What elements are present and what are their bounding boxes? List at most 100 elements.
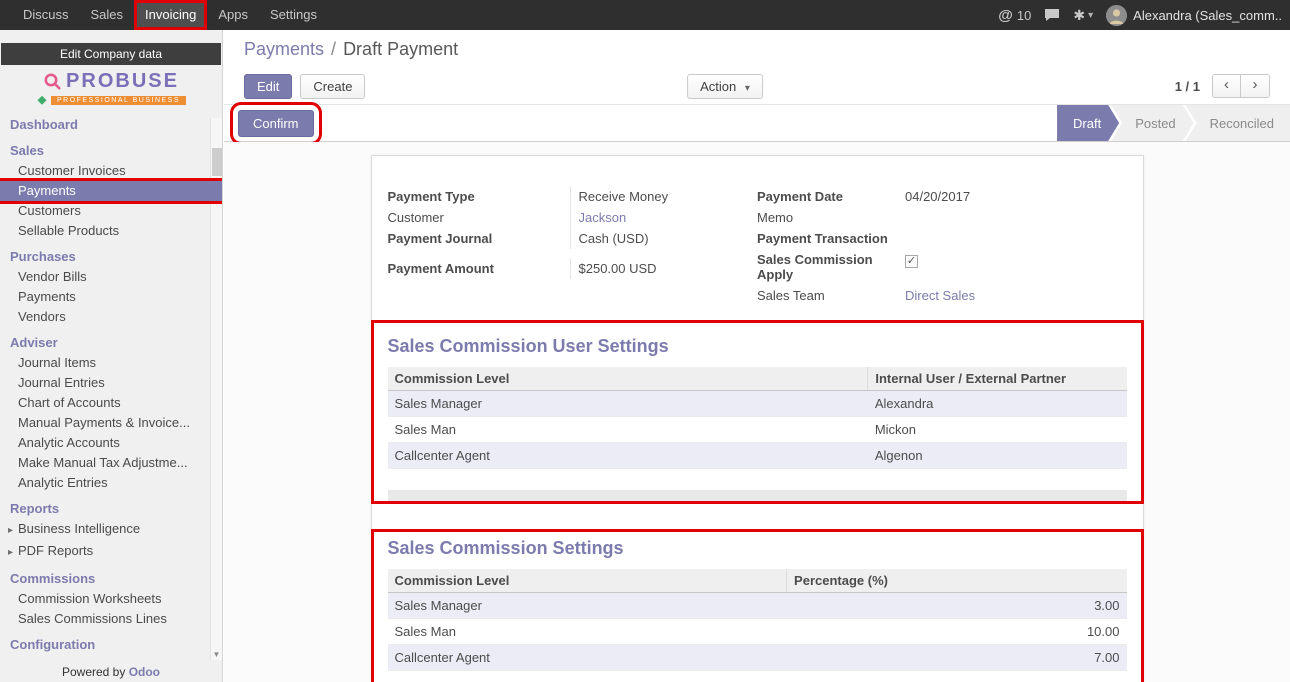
field-payment-journal: Payment JournalCash (USD): [388, 228, 758, 249]
sidebar-item-label: Payments: [18, 289, 76, 304]
table-row[interactable]: Sales ManagerAlexandra: [388, 391, 1127, 417]
table-row[interactable]: Callcenter Agent7.00: [388, 645, 1127, 671]
form-view-background: Payment TypeReceive MoneyCustomerJackson…: [224, 142, 1290, 682]
sidebar-item-label: Sales Commissions Lines: [18, 611, 167, 626]
sidebar-heading-sales[interactable]: Sales: [0, 141, 222, 161]
topbar-right: @ 10 ✱ ▾ Alexandra (Sales_comm..: [998, 0, 1290, 30]
breadcrumb-payments-link[interactable]: Payments: [244, 39, 324, 60]
checkbox-sales-commission-apply[interactable]: ✓: [905, 255, 918, 268]
status-stages: DraftPostedReconciled: [1057, 105, 1290, 141]
breadcrumb: Payments / Draft Payment: [224, 30, 1290, 68]
sidebar-item-payments[interactable]: Payments: [0, 287, 222, 307]
sidebar-item-commission-worksheets[interactable]: Commission Worksheets: [0, 589, 222, 609]
table-row[interactable]: Sales ManMickon: [388, 417, 1127, 443]
topbar-menu-invoicing[interactable]: Invoicing: [134, 0, 207, 30]
sidebar-item-sellable-products[interactable]: Sellable Products: [0, 221, 222, 241]
stage-posted[interactable]: Posted: [1111, 105, 1193, 141]
field-label-payment-transaction: Payment Transaction: [757, 228, 897, 249]
field-label-customer: Customer: [388, 207, 570, 228]
odoo-link[interactable]: Odoo: [129, 665, 160, 679]
scrollbar-thumb[interactable]: [212, 148, 222, 176]
table-row[interactable]: Callcenter AgentAlgenon: [388, 443, 1127, 469]
pager-previous-button[interactable]: ‹: [1213, 75, 1241, 97]
logo-magnifier-icon: [43, 72, 63, 92]
messages-button[interactable]: [1044, 8, 1060, 22]
table-row[interactable]: Sales Man10.00: [388, 619, 1127, 645]
table-cell: 10.00: [787, 619, 1127, 645]
table-cell: Algenon: [868, 443, 1127, 469]
sidebar-heading-purchases[interactable]: Purchases: [0, 247, 222, 267]
sidebar-item-journal-entries[interactable]: Journal Entries: [0, 373, 222, 393]
company-logo[interactable]: PROBUSE PROFESSIONAL BUSINESS: [0, 65, 222, 109]
control-panel: Edit Create Action ▾ 1 / 1 ‹ ›: [224, 68, 1290, 104]
sidebar-item-label: Chart of Accounts: [18, 395, 121, 410]
sidebar-item-label: Vendors: [18, 309, 66, 324]
debug-menu-button[interactable]: ✱ ▾: [1073, 7, 1093, 24]
edit-button[interactable]: Edit: [244, 74, 292, 99]
payment-fields: Payment TypeReceive MoneyCustomerJackson…: [388, 186, 1127, 306]
field-label-payment-date: Payment Date: [757, 186, 897, 207]
column-header-internal-user-external-partner[interactable]: Internal User / External Partner: [868, 367, 1127, 391]
sidebar-item-analytic-accounts[interactable]: Analytic Accounts: [0, 433, 222, 453]
sidebar-item-manual-payments-invoice[interactable]: Manual Payments & Invoice...: [0, 413, 222, 433]
field-label-sales-team: Sales Team: [757, 285, 897, 306]
sidebar-menu: DashboardSalesCustomer InvoicesPaymentsC…: [0, 115, 222, 655]
sidebar-item-customer-invoices[interactable]: Customer Invoices: [0, 161, 222, 181]
table-header-row: Commission LevelPercentage (%): [388, 569, 1127, 593]
field-label-payment-type: Payment Type: [388, 186, 570, 207]
field-label-payment-amount: Payment Amount: [388, 258, 570, 279]
column-header-commission-level[interactable]: Commission Level: [388, 367, 868, 391]
confirm-button[interactable]: Confirm: [238, 110, 314, 137]
sidebar-item-label: Customers: [18, 203, 81, 218]
sidebar-item-chart-of-accounts[interactable]: Chart of Accounts: [0, 393, 222, 413]
sidebar-item-journal-items[interactable]: Journal Items: [0, 353, 222, 373]
sidebar-item-vendor-bills[interactable]: Vendor Bills: [0, 267, 222, 287]
statusbar: Confirm DraftPostedReconciled: [224, 104, 1290, 142]
column-header-percentage[interactable]: Percentage (%): [787, 569, 1127, 593]
submenu-arrow-icon: ▸: [8, 545, 18, 561]
field-label-sales-commission-apply: Sales Commission Apply: [757, 249, 897, 285]
sidebar-heading-adviser[interactable]: Adviser: [0, 333, 222, 353]
pager-next-button[interactable]: ›: [1241, 75, 1269, 97]
user-menu[interactable]: Alexandra (Sales_comm..: [1106, 5, 1282, 26]
topbar-menu-sales[interactable]: Sales: [80, 0, 135, 30]
mention-button[interactable]: @ 10: [998, 7, 1031, 24]
table-row[interactable]: Sales Manager3.00: [388, 593, 1127, 619]
sidebar-item-pdf-reports[interactable]: ▸PDF Reports: [0, 541, 222, 563]
stage-reconciled[interactable]: Reconciled: [1186, 105, 1290, 141]
sidebar-heading-dashboard[interactable]: Dashboard: [0, 115, 222, 135]
column-header-commission-level[interactable]: Commission Level: [388, 569, 787, 593]
topbar-menu-settings[interactable]: Settings: [259, 0, 328, 30]
create-button[interactable]: Create: [300, 74, 365, 99]
sidebar-item-business-intelligence[interactable]: ▸Business Intelligence: [0, 519, 222, 541]
sidebar-item-label: Commissions: [10, 571, 95, 586]
payment-form-sheet: Payment TypeReceive MoneyCustomerJackson…: [371, 155, 1144, 682]
sidebar-item-label: Business Intelligence: [18, 521, 140, 536]
link-direct-sales[interactable]: Direct Sales: [905, 288, 975, 303]
link-jackson[interactable]: Jackson: [579, 210, 627, 225]
table-cell: 3.00: [787, 593, 1127, 619]
action-dropdown[interactable]: Action ▾: [687, 74, 763, 99]
table-header-row: Commission LevelInternal User / External…: [388, 367, 1127, 391]
sidebar-item-customers[interactable]: Customers: [0, 201, 222, 221]
field-sales-commission-apply: Sales Commission Apply ✓: [757, 249, 1127, 285]
sidebar-item-make-manual-tax-adjustme[interactable]: Make Manual Tax Adjustme...: [0, 453, 222, 473]
sidebar-item-sales-commissions-lines[interactable]: Sales Commissions Lines: [0, 609, 222, 629]
logo-subtitle: PROFESSIONAL BUSINESS: [51, 96, 186, 105]
topbar-menu-apps[interactable]: Apps: [207, 0, 259, 30]
sidebar-item-payments[interactable]: Payments: [0, 181, 222, 201]
sidebar-item-label: Journal Items: [18, 355, 96, 370]
sidebar-heading-reports[interactable]: Reports: [0, 499, 222, 519]
sidebar-heading-configuration[interactable]: Configuration: [0, 635, 222, 655]
topbar-menu-discuss[interactable]: Discuss: [12, 0, 80, 30]
sidebar-heading-commissions[interactable]: Commissions: [0, 569, 222, 589]
sidebar-item-vendors[interactable]: Vendors: [0, 307, 222, 327]
edit-company-button[interactable]: Edit Company data: [1, 43, 221, 65]
sidebar-item-label: Analytic Accounts: [18, 435, 120, 450]
logo-title: PROBUSE: [66, 70, 179, 93]
field-value-payment-date: 04/20/2017: [897, 186, 1127, 207]
sidebar-item-analytic-entries[interactable]: Analytic Entries: [0, 473, 222, 493]
form-left: Payment TypeReceive MoneyCustomerJackson…: [388, 186, 758, 306]
stage-draft[interactable]: Draft: [1057, 105, 1119, 141]
scroll-down-icon[interactable]: ▼: [211, 650, 222, 659]
